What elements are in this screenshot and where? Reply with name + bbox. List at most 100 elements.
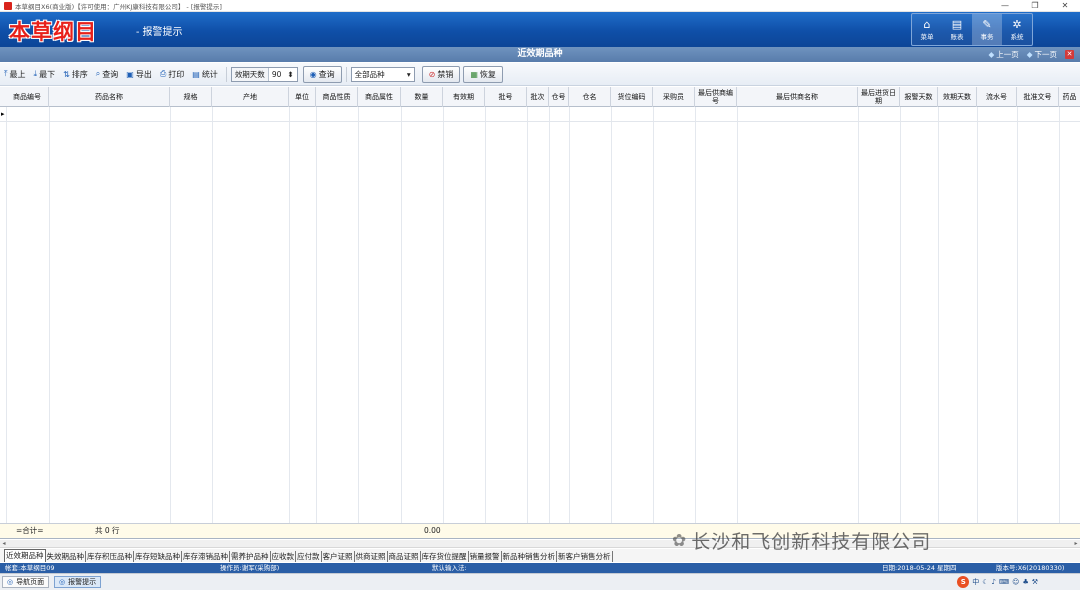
tab-receivables[interactable]: 应收款 (271, 551, 296, 562)
tab-near-expiry[interactable]: 近效期品种 (4, 549, 46, 562)
col-expiry[interactable]: 有效期 (443, 87, 485, 107)
export-label: 导出 (135, 69, 152, 79)
col-quantity[interactable]: 数量 (401, 87, 443, 107)
next-page-icon: ◆ (1026, 50, 1033, 59)
scroll-left-icon[interactable]: ◂ (0, 540, 8, 548)
grid-header: 商品编号 药品名称 规格 产地 单位 商品性质 商品属性 数量 有效期 批号 批… (0, 87, 1080, 107)
search-button[interactable]: ◉ 查询 (302, 65, 342, 83)
col-approval-no[interactable]: 批准文号 (1017, 87, 1059, 107)
module-subtitle: - 报警提示 (136, 27, 183, 38)
export-button[interactable]: ▣ 导出 (122, 66, 156, 82)
nav-system-label: 系统 (1010, 33, 1024, 41)
punctuation-icon[interactable]: ♪ (992, 578, 996, 586)
maximize-button[interactable]: ❐ (1020, 0, 1050, 12)
ime-logo-icon[interactable]: S (957, 576, 970, 588)
search-button-label: 查询 (318, 69, 335, 79)
spinner-icon[interactable]: ⬍ (284, 68, 296, 81)
toolbar: ⤒ 最上 ⤓ 最下 ⇅ 排序 ⌕ 查询 ▣ 导出 ⎙ 打印 ▤ 统计 效期天数 90 ⬍ ◉ 查… (0, 63, 1080, 86)
status-bar: 帐套:本草纲目09 操作员:谢军(采购部) 默认输入法: 日期:2018-05-… (0, 563, 1080, 573)
app-window: 本草纲目X6(商业版)【许可使用：广州KJ康科技有限公司】 - [报警提示] —… (0, 0, 1080, 590)
col-last-supplier-code[interactable]: 最后供商编号 (695, 87, 737, 107)
user-icon[interactable]: ☺ (1012, 578, 1019, 586)
sort-icon: ⇅ (63, 69, 70, 79)
tab-new-customer-analysis[interactable]: 新客户销售分析 (557, 551, 613, 562)
tab-slow-moving[interactable]: 库存滞销品种 (182, 551, 230, 562)
grid-line (358, 107, 359, 525)
next-page-link[interactable]: ◆ 下一页 (1027, 49, 1057, 60)
app-logo: 本草纲目 (9, 19, 97, 44)
col-warehouse-no[interactable]: 仓号 (549, 87, 569, 107)
tab-shortage[interactable]: 库存短缺品种 (134, 551, 182, 562)
grid-line (527, 107, 528, 525)
grid-line (1059, 107, 1060, 525)
col-batch[interactable]: 批次 (527, 87, 549, 107)
scroll-right-icon[interactable]: ▸ (1072, 540, 1080, 548)
col-serial-no[interactable]: 流水号 (977, 87, 1017, 107)
main-nav: ⌂ 菜单 ▤ 账表 ✎ 事务 ✲ 系统 (911, 13, 1033, 46)
expiry-days-field[interactable]: 效期天数 90 ⬍ (230, 66, 298, 82)
col-buyer[interactable]: 采购员 (653, 87, 695, 107)
close-window-button[interactable]: ✕ (1050, 0, 1080, 12)
nav-affairs-label: 事务 (980, 33, 994, 41)
tab-new-product-analysis[interactable]: 新品种销售分析 (502, 551, 557, 562)
prev-page-link[interactable]: ◆ 上一页 (988, 49, 1018, 60)
print-label: 打印 (168, 69, 185, 79)
tab-location-reminder[interactable]: 库存货位提醒 (421, 551, 469, 562)
total-quantity: 0.00 (424, 526, 441, 535)
tab-supplier-license[interactable]: 供商证照 (355, 551, 388, 562)
move-top-button[interactable]: ⤒ 最上 (0, 66, 30, 82)
col-warehouse-name[interactable]: 仓名 (569, 87, 611, 107)
shirt-icon[interactable]: ♣ (1022, 578, 1028, 586)
export-icon: ▣ (126, 69, 134, 79)
sort-button[interactable]: ⇅ 排序 (59, 66, 92, 82)
col-drug-name[interactable]: 药品名称 (49, 87, 170, 107)
move-bottom-button[interactable]: ⤓ 最下 (30, 66, 60, 82)
grid-line (611, 107, 612, 525)
nav-ledger-button[interactable]: ▤ 账表 (942, 14, 972, 45)
col-origin[interactable]: 产地 (212, 87, 289, 107)
moon-icon[interactable]: ☾ (982, 578, 988, 586)
nav-system-button[interactable]: ✲ 系统 (1002, 14, 1032, 45)
nav-affairs-button[interactable]: ✎ 事务 (972, 14, 1002, 45)
col-lot-number[interactable]: 批号 (485, 87, 527, 107)
col-drug-partial[interactable]: 药品 (1059, 87, 1080, 107)
ime-language[interactable]: 中 (972, 577, 979, 587)
print-button[interactable]: ⎙ 打印 (156, 66, 188, 82)
col-attribute[interactable]: 商品属性 (358, 87, 401, 107)
task-nav-page[interactable]: ◎ 导航页面 (2, 576, 50, 588)
tab-overstock[interactable]: 库存积压品种 (86, 551, 134, 562)
table-row[interactable]: ▸ (0, 107, 1080, 122)
col-alert-days[interactable]: 报警天数 (900, 87, 938, 107)
grid-line (49, 107, 50, 525)
tab-product-license[interactable]: 商品证照 (388, 551, 421, 562)
restore-button[interactable]: ▦ 恢复 (463, 65, 503, 83)
ban-sale-button[interactable]: ⊘ 禁销 (421, 65, 461, 83)
col-unit[interactable]: 单位 (289, 87, 316, 107)
alert-page-icon: ◎ (59, 578, 66, 586)
tab-payables[interactable]: 应付款 (296, 551, 322, 562)
task-alert[interactable]: ◎ 报警提示 (54, 576, 102, 588)
query-button[interactable]: ⌕ 查询 (92, 66, 122, 82)
col-last-purchase-date[interactable]: 最后进货日期 (858, 87, 900, 107)
grid-line (569, 107, 570, 525)
minimize-button[interactable]: — (990, 0, 1020, 12)
nav-menu-button[interactable]: ⌂ 菜单 (912, 14, 942, 45)
category-select[interactable]: 全部品种 ▾ (350, 66, 415, 82)
col-expiry-days[interactable]: 效期天数 (938, 87, 977, 107)
tab-sales-alert[interactable]: 销量报警 (469, 551, 502, 562)
col-spec[interactable]: 规格 (170, 87, 212, 107)
stats-button[interactable]: ▤ 统计 (188, 66, 222, 82)
status-date: 日期:2018-05-24 星期四 (882, 564, 957, 572)
col-nature[interactable]: 商品性质 (316, 87, 358, 107)
status-version: 版本号:X6(20180330) (996, 564, 1065, 572)
tab-expired[interactable]: 失效期品种 (46, 551, 86, 562)
col-product-code[interactable]: 商品编号 (6, 87, 49, 107)
tab-maintenance[interactable]: 需养护品种 (230, 551, 271, 562)
keyboard-icon[interactable]: ⌨ (999, 578, 1009, 586)
col-last-supplier-name[interactable]: 最后供商名称 (737, 87, 858, 107)
close-panel-icon[interactable]: ✕ (1065, 50, 1074, 59)
col-location-code[interactable]: 货位编码 (611, 87, 653, 107)
wrench-icon[interactable]: ⚒ (1032, 578, 1038, 586)
status-operator: 操作员:谢军(采购部) (220, 564, 280, 572)
tab-customer-license[interactable]: 客户证照 (322, 551, 355, 562)
